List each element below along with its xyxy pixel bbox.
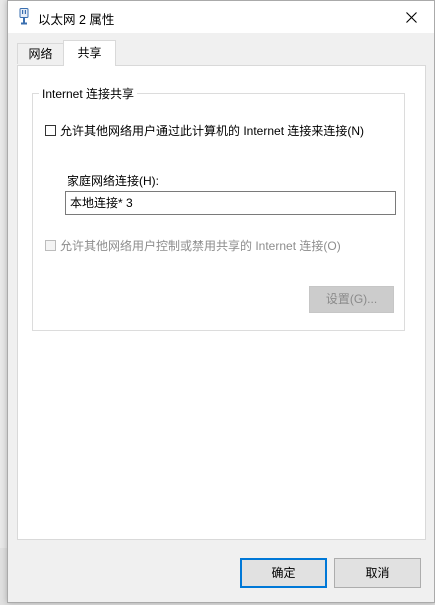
title-bar[interactable]: 以太网 2 属性 [8, 1, 434, 33]
allow-share-label[interactable]: 允许其他网络用户通过此计算机的 Internet 连接来连接(N) [60, 122, 364, 139]
allow-control-label: 允许其他网络用户控制或禁用共享的 Internet 连接(O) [60, 239, 341, 253]
allow-share-option[interactable]: 允许其他网络用户通过此计算机的 Internet 连接来连接(N) [45, 122, 364, 139]
allow-control-checkbox [45, 240, 56, 251]
allow-control-option: 允许其他网络用户控制或禁用共享的 Internet 连接(O) [45, 237, 341, 254]
close-icon [405, 11, 417, 23]
network-adapter-icon [19, 8, 29, 25]
tab-sharing[interactable]: 共享 [63, 40, 116, 66]
properties-dialog: 以太网 2 属性 网络 共享 Internet 连接共享 允许其他网络用户通过此… [7, 0, 435, 603]
allow-share-checkbox[interactable] [45, 125, 56, 136]
tab-network[interactable]: 网络 [17, 43, 64, 64]
internet-connection-sharing-group: Internet 连接共享 允许其他网络用户通过此计算机的 Internet 连… [32, 85, 405, 331]
home-network-label: 家庭网络连接(H): [67, 174, 159, 188]
settings-button: 设置(G)... [309, 286, 394, 313]
group-title: Internet 连接共享 [39, 85, 138, 102]
close-button[interactable] [388, 1, 434, 33]
sharing-panel: Internet 连接共享 允许其他网络用户通过此计算机的 Internet 连… [17, 65, 426, 540]
cancel-button[interactable]: 取消 [334, 558, 421, 588]
ok-button[interactable]: 确定 [240, 558, 327, 588]
home-network-field[interactable]: 本地连接* 3 [65, 191, 396, 215]
window-title: 以太网 2 属性 [38, 13, 115, 27]
